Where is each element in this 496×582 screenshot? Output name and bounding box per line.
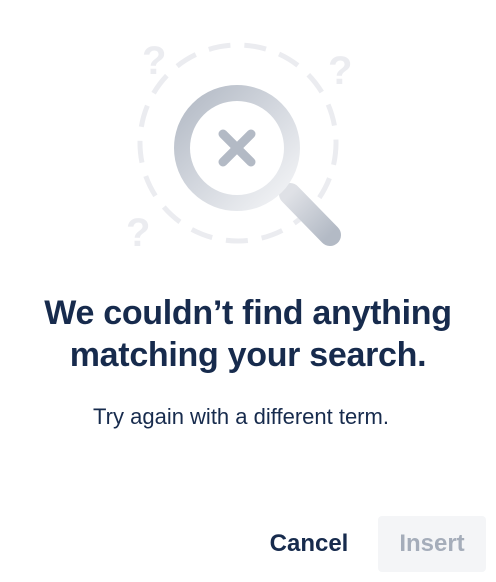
question-mark-icon: ? (126, 211, 150, 255)
empty-state-title: We couldn’t find anything matching your … (0, 292, 496, 376)
cancel-button[interactable]: Cancel (255, 516, 363, 572)
insert-button[interactable]: Insert (378, 516, 486, 572)
search-no-results-illustration: ? ? ? (120, 30, 370, 260)
magnifier-x-icon: ? ? ? (126, 39, 352, 255)
empty-state-subtitle: Try again with a different term. (93, 404, 389, 429)
empty-state-title-line: matching your search. (69, 336, 427, 374)
question-mark-icon: ? (142, 39, 166, 83)
empty-state-title-line: We couldn’t find anything (44, 294, 452, 332)
question-mark-icon: ? (328, 49, 352, 93)
